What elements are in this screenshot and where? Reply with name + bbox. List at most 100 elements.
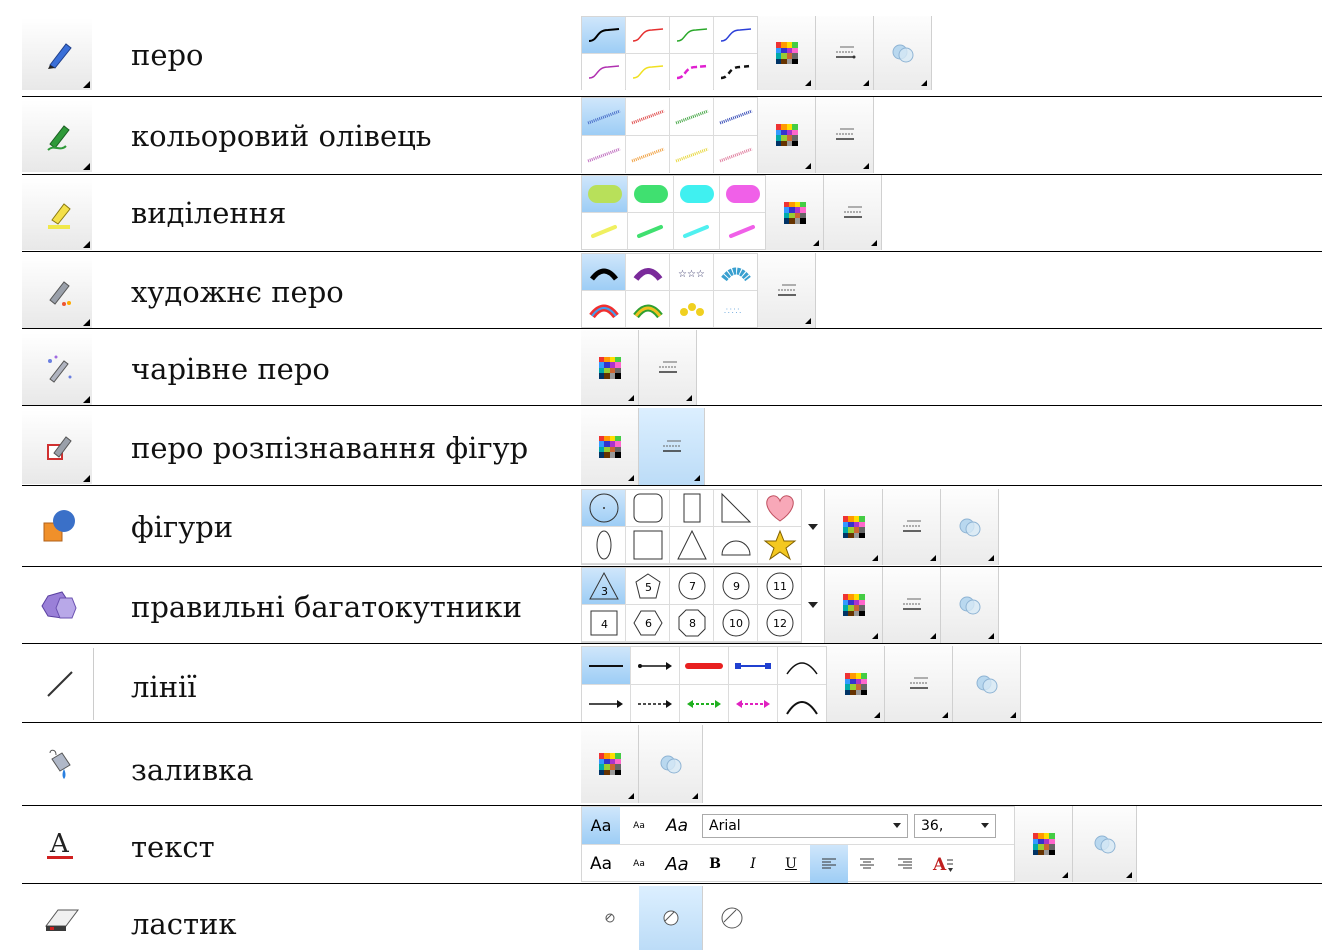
- shape-heart[interactable]: [758, 490, 801, 526]
- artistic-style-rainbow-multi[interactable]: [626, 291, 669, 327]
- shapes-tool-button[interactable]: [22, 490, 92, 564]
- eraser-tool-button[interactable]: [22, 888, 92, 950]
- eraser-size-small[interactable]: [581, 886, 639, 950]
- artistic-style-black-arc[interactable]: [582, 254, 625, 290]
- crayon-style-purple[interactable]: [582, 136, 625, 173]
- crayon-tool-button[interactable]: [22, 100, 92, 172]
- pen-style-red[interactable]: [626, 17, 669, 53]
- polygon-4[interactable]: 4: [582, 605, 625, 641]
- highlighter-style-green[interactable]: [628, 176, 673, 212]
- line-style-button[interactable]: [883, 489, 941, 565]
- line-magenta-double-arrow[interactable]: [729, 685, 777, 722]
- artistic-style-sparkles[interactable]: ∴∵∴: [714, 291, 757, 327]
- align-center-button[interactable]: [848, 858, 886, 870]
- text-style-italic-large-button[interactable]: Aa: [658, 854, 696, 875]
- text-tool-button[interactable]: A: [22, 808, 92, 882]
- text-effects-button[interactable]: A: [924, 854, 962, 874]
- pen-style-black-dashed[interactable]: [714, 54, 757, 90]
- line-dot-arrow[interactable]: [631, 647, 679, 684]
- line-plain[interactable]: [582, 647, 630, 684]
- polygon-11[interactable]: 11: [758, 568, 801, 604]
- text-style-italic-sample-button[interactable]: Aa: [658, 816, 696, 836]
- highlighter-thin-green[interactable]: [628, 213, 673, 249]
- line-style-button[interactable]: [639, 330, 697, 405]
- line-arrow[interactable]: [582, 685, 630, 722]
- crayon-style-blue[interactable]: [582, 98, 625, 135]
- color-palette-button[interactable]: [758, 16, 816, 90]
- regular-polygons-tool-button[interactable]: [22, 570, 92, 642]
- shape-right-triangle[interactable]: [714, 490, 757, 526]
- font-family-select[interactable]: Arial: [702, 813, 908, 838]
- shape-ellipse[interactable]: [582, 527, 625, 563]
- crayon-style-green[interactable]: [670, 98, 713, 135]
- transparency-button[interactable]: [874, 16, 932, 90]
- line-arc-thick[interactable]: [778, 685, 826, 722]
- color-palette-button[interactable]: [758, 97, 816, 173]
- line-style-button[interactable]: [883, 567, 941, 643]
- shape-rectangle-tall[interactable]: [670, 490, 713, 526]
- transparency-button[interactable]: [941, 567, 999, 643]
- color-palette-button[interactable]: [825, 489, 883, 565]
- more-shapes-dropdown[interactable]: [802, 489, 825, 565]
- shape-semicircle[interactable]: [714, 527, 757, 563]
- pen-style-blue[interactable]: [714, 17, 757, 53]
- color-palette-button[interactable]: [581, 408, 639, 485]
- shape-recognition-pen-tool-button[interactable]: [22, 410, 92, 484]
- pen-tool-button[interactable]: [22, 18, 92, 90]
- crayon-style-darkblue[interactable]: [714, 98, 757, 135]
- polygon-7[interactable]: 7: [670, 568, 713, 604]
- highlighter-tool-button[interactable]: [22, 178, 92, 250]
- artistic-style-rainbow-dots[interactable]: [714, 254, 757, 290]
- crayon-style-pink[interactable]: [714, 136, 757, 173]
- shape-triangle[interactable]: [670, 527, 713, 563]
- line-style-button[interactable]: [758, 253, 816, 328]
- magic-pen-tool-button[interactable]: [22, 333, 92, 405]
- bold-button[interactable]: B: [696, 856, 734, 872]
- shape-circle[interactable]: [582, 490, 625, 526]
- polygon-10[interactable]: 10: [714, 605, 757, 641]
- color-palette-button[interactable]: [827, 646, 885, 722]
- color-palette-button[interactable]: [581, 725, 639, 803]
- polygon-6[interactable]: 6: [626, 605, 669, 641]
- transparency-button[interactable]: [1073, 806, 1137, 882]
- text-style-tiny-button[interactable]: Aa: [620, 859, 658, 869]
- line-thick-red[interactable]: [680, 647, 728, 684]
- pen-style-magenta-dashed[interactable]: [670, 54, 713, 90]
- polygon-9[interactable]: 9: [714, 568, 757, 604]
- polygon-5[interactable]: 5: [626, 568, 669, 604]
- line-style-button[interactable]: [885, 646, 953, 722]
- italic-button[interactable]: I: [734, 856, 772, 872]
- align-left-button[interactable]: [810, 845, 848, 883]
- artistic-style-smileys[interactable]: [670, 291, 713, 327]
- text-style-large-button[interactable]: Aa: [582, 854, 620, 874]
- text-style-normal-button[interactable]: Aa: [582, 807, 620, 844]
- underline-button[interactable]: U: [772, 856, 810, 872]
- fill-tool-button[interactable]: [22, 727, 92, 803]
- polygon-3[interactable]: 3: [582, 568, 625, 604]
- highlighter-style-pink[interactable]: [720, 176, 765, 212]
- line-dashed-arrow[interactable]: [631, 685, 679, 722]
- line-green-double-arrow[interactable]: [680, 685, 728, 722]
- lines-tool-button[interactable]: [22, 648, 94, 720]
- color-palette-button[interactable]: [1015, 806, 1073, 882]
- shape-square[interactable]: [626, 527, 669, 563]
- transparency-button[interactable]: [639, 725, 703, 803]
- eraser-size-large[interactable]: [703, 886, 761, 950]
- line-style-button[interactable]: [816, 16, 874, 90]
- artistic-style-rainbow-red[interactable]: [582, 291, 625, 327]
- polygon-8[interactable]: 8: [670, 605, 713, 641]
- highlighter-thin-yellow[interactable]: [582, 213, 627, 249]
- pen-style-black[interactable]: [582, 17, 625, 53]
- shape-star[interactable]: [758, 527, 801, 563]
- highlighter-style-cyan[interactable]: [674, 176, 719, 212]
- crayon-style-red[interactable]: [626, 98, 669, 135]
- line-style-button[interactable]: [816, 97, 874, 173]
- text-style-small-button[interactable]: Aa: [620, 821, 658, 831]
- pen-style-green[interactable]: [670, 17, 713, 53]
- font-size-select[interactable]: 36,: [914, 813, 996, 838]
- artistic-pen-tool-button[interactable]: [22, 256, 92, 328]
- align-right-button[interactable]: [886, 858, 924, 870]
- line-arc[interactable]: [778, 647, 826, 684]
- transparency-button[interactable]: [941, 489, 999, 565]
- eraser-size-medium[interactable]: [639, 886, 703, 950]
